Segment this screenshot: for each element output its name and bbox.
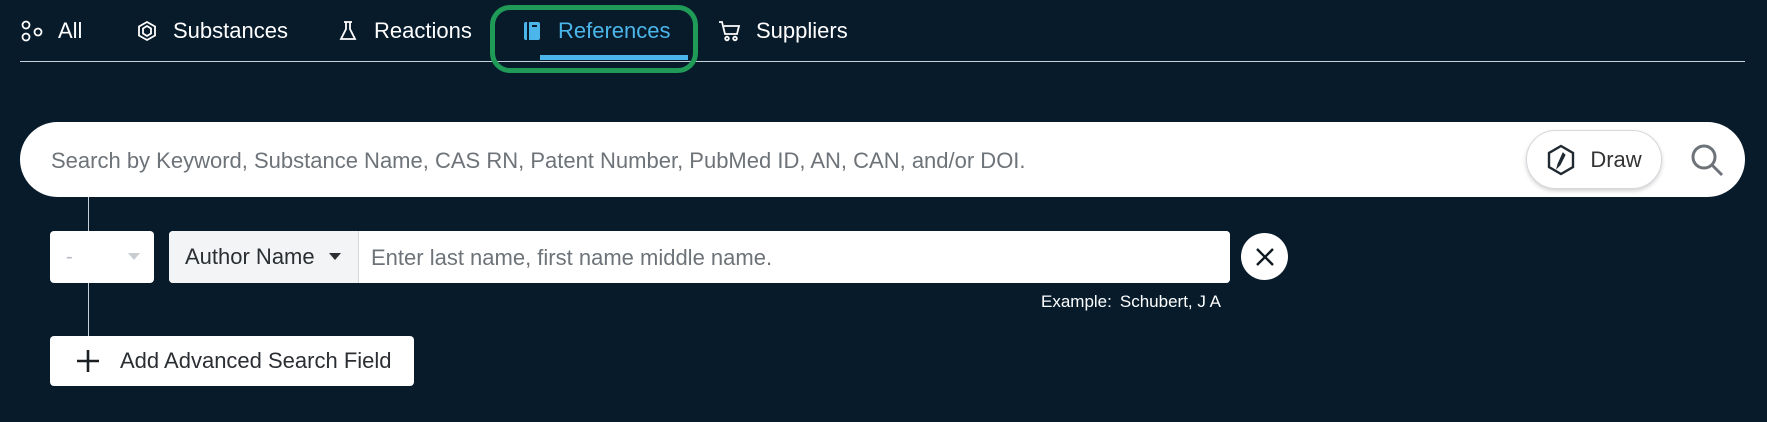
- example-value: Schubert, J A: [1119, 292, 1221, 311]
- boolean-operator-select[interactable]: -: [50, 231, 154, 283]
- active-tab-indicator: [540, 55, 688, 60]
- draw-button-label: Draw: [1590, 146, 1642, 172]
- search-button[interactable]: [1686, 139, 1728, 181]
- book-icon: [520, 19, 544, 43]
- advanced-search-field: Author Name: [169, 231, 1230, 283]
- field-type-select[interactable]: Author Name: [169, 231, 359, 283]
- add-advanced-search-field-button[interactable]: Add Advanced Search Field: [50, 336, 414, 386]
- main-search-bar: Draw: [20, 122, 1745, 199]
- field-type-label: Author Name: [185, 244, 315, 269]
- operator-value: -: [66, 245, 73, 268]
- tab-reactions-label: Reactions: [374, 17, 472, 43]
- remove-field-button[interactable]: [1241, 233, 1288, 280]
- example-hint: Example: Schubert, J A: [1041, 292, 1221, 312]
- tab-all-label: All: [58, 17, 83, 43]
- search-icon: [1690, 143, 1724, 177]
- tab-suppliers[interactable]: Suppliers: [718, 0, 848, 61]
- tab-reactions[interactable]: Reactions: [336, 0, 472, 61]
- tab-references-label: References: [558, 17, 671, 43]
- tab-substances[interactable]: Substances: [135, 0, 288, 61]
- draw-structure-icon: [1546, 144, 1576, 176]
- flask-icon: [336, 19, 360, 43]
- close-icon: [1254, 246, 1276, 268]
- author-name-input[interactable]: [359, 231, 1230, 283]
- plus-icon: [76, 349, 100, 373]
- tab-all[interactable]: All: [20, 0, 82, 61]
- example-label: Example:: [1041, 292, 1112, 311]
- search-input[interactable]: [49, 122, 1533, 199]
- hexagon-icon: [135, 19, 159, 43]
- search-type-tabs: All Substances Reactions References Supp…: [20, 0, 1745, 62]
- tab-suppliers-label: Suppliers: [756, 17, 848, 43]
- draw-button[interactable]: Draw: [1526, 130, 1662, 189]
- tab-references[interactable]: References: [520, 0, 671, 61]
- nodes-icon: [20, 19, 44, 43]
- tab-substances-label: Substances: [173, 17, 288, 43]
- caret-down-icon: [328, 253, 341, 261]
- cart-icon: [718, 19, 742, 43]
- add-field-label: Add Advanced Search Field: [120, 348, 392, 373]
- chevron-down-icon: [128, 253, 140, 261]
